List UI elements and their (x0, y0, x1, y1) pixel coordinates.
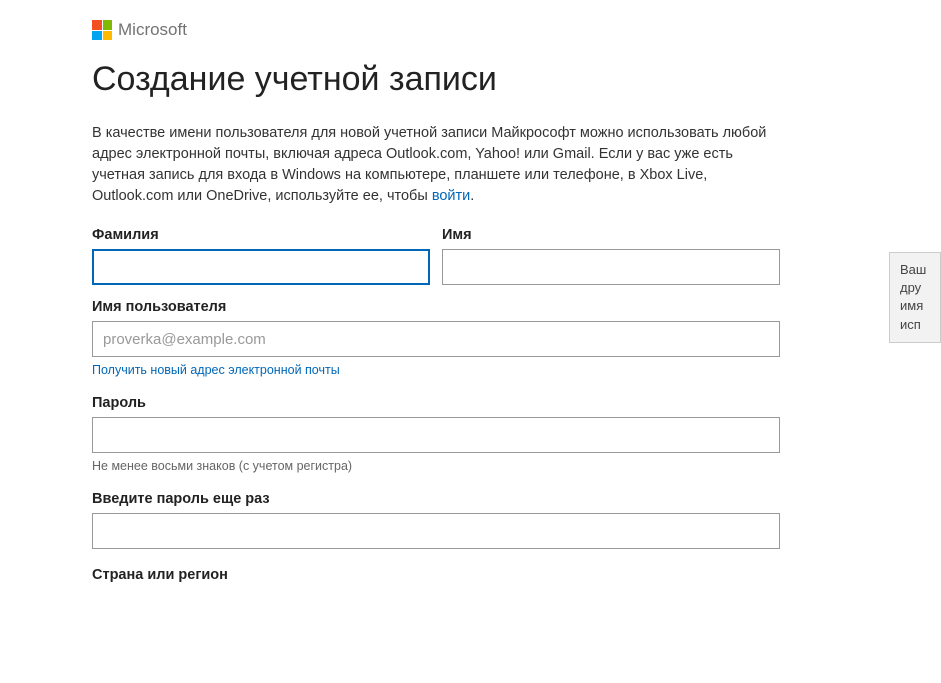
username-label: Имя пользователя (92, 299, 780, 315)
password-input[interactable] (92, 417, 780, 453)
password-confirm-label: Введите пароль еще раз (92, 491, 780, 507)
lastname-input[interactable] (92, 249, 430, 285)
microsoft-logo-icon (92, 20, 112, 40)
password-group: Пароль Не менее восьми знаков (с учетом … (92, 395, 780, 473)
brand-row: Microsoft (92, 20, 780, 40)
password-hint: Не менее восьми знаков (с учетом регистр… (92, 459, 780, 473)
intro-text: В качестве имени пользователя для новой … (92, 123, 780, 207)
intro-body: В качестве имени пользователя для новой … (92, 125, 766, 204)
firstname-group: Имя (442, 227, 780, 285)
country-group: Страна или регион (92, 567, 780, 589)
page-title: Создание учетной записи (92, 60, 780, 99)
brand-text: Microsoft (118, 20, 187, 40)
username-group: Имя пользователя Получить новый адрес эл… (92, 299, 780, 377)
username-input[interactable] (92, 321, 780, 357)
sign-in-link[interactable]: войти (432, 188, 470, 204)
firstname-label: Имя (442, 227, 780, 243)
get-new-email-link[interactable]: Получить новый адрес электронной почты (92, 363, 780, 377)
tooltip-line: имя (900, 297, 930, 315)
intro-after: . (470, 188, 474, 204)
password-label: Пароль (92, 395, 780, 411)
tooltip-box: Ваш дру имя исп (889, 252, 941, 343)
password-confirm-input[interactable] (92, 513, 780, 549)
lastname-label: Фамилия (92, 227, 430, 243)
tooltip-line: дру (900, 279, 930, 297)
lastname-group: Фамилия (92, 227, 430, 285)
firstname-input[interactable] (442, 249, 780, 285)
tooltip-line: Ваш (900, 261, 930, 279)
tooltip-line: исп (900, 316, 930, 334)
password-confirm-group: Введите пароль еще раз (92, 491, 780, 549)
country-label: Страна или регион (92, 567, 780, 583)
